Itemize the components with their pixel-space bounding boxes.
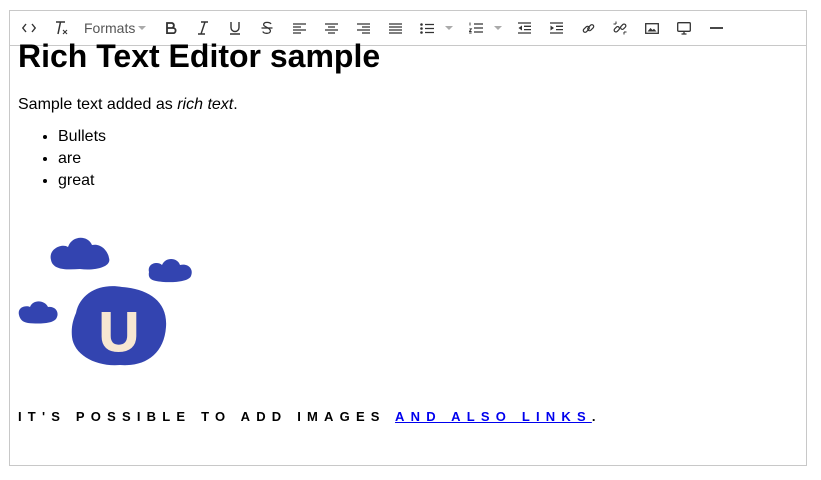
horizontal-rule-button[interactable] (705, 11, 727, 45)
numbered-list-icon (469, 22, 483, 34)
paragraph-text: Sample text added as (18, 96, 178, 113)
caps-paragraph: IT'S POSSIBLE TO ADD IMAGES AND ALSO LIN… (18, 409, 602, 425)
chevron-down-icon (445, 26, 453, 30)
caps-period: . (591, 409, 602, 424)
bullet-list-icon (420, 22, 434, 34)
list-item: Bullets (58, 126, 106, 148)
paragraph-end: . (233, 96, 238, 113)
insert-link-button[interactable] (577, 11, 599, 45)
chevron-down-icon (494, 26, 502, 30)
unlink-icon (613, 21, 627, 35)
italic-icon (198, 21, 208, 35)
formats-label: Formats (84, 20, 136, 36)
insert-image-button[interactable] (641, 11, 663, 45)
align-right-icon (356, 22, 370, 34)
logo-blob-left (18, 301, 58, 324)
justify-icon (388, 22, 402, 34)
logo-image[interactable]: U (18, 225, 198, 370)
bullet-list-button[interactable] (416, 11, 438, 45)
page-title: Rich Text Editor sample (18, 38, 381, 74)
image-icon (645, 22, 659, 34)
outdent-button[interactable] (513, 11, 535, 45)
bullet-list-menu-button[interactable] (443, 11, 455, 45)
bullet-list: Bullets are great (18, 126, 106, 192)
horizontal-rule-icon (709, 27, 723, 29)
indent-icon (549, 22, 563, 34)
monitor-icon (677, 21, 691, 35)
strikethrough-icon (261, 21, 273, 34)
also-links-link[interactable]: AND ALSO LINKS (395, 409, 592, 424)
list-item: are (58, 148, 106, 170)
remove-link-button[interactable] (609, 11, 631, 45)
intro-paragraph: Sample text added as rich text. (18, 95, 238, 115)
align-center-icon (324, 22, 338, 34)
italic-text: rich text (177, 96, 234, 113)
align-left-icon (292, 22, 306, 34)
link-icon (582, 23, 594, 33)
numbered-list-button[interactable] (465, 11, 487, 45)
justify-button[interactable] (384, 11, 406, 45)
logo-blob-top (50, 237, 110, 270)
outdent-icon (517, 22, 531, 34)
numbered-list-menu-button[interactable] (492, 11, 504, 45)
logo-letter: U (99, 300, 139, 363)
clear-formatting-icon (56, 21, 68, 35)
caps-text: IT'S POSSIBLE TO ADD IMAGES (18, 409, 396, 424)
bold-icon (166, 22, 177, 34)
insert-media-button[interactable] (673, 11, 695, 45)
indent-button[interactable] (545, 11, 567, 45)
chevron-down-icon (138, 26, 147, 30)
logo-blob-right (148, 258, 192, 283)
underline-icon (230, 22, 240, 35)
list-item: great (58, 170, 106, 192)
source-code-icon (22, 23, 36, 33)
